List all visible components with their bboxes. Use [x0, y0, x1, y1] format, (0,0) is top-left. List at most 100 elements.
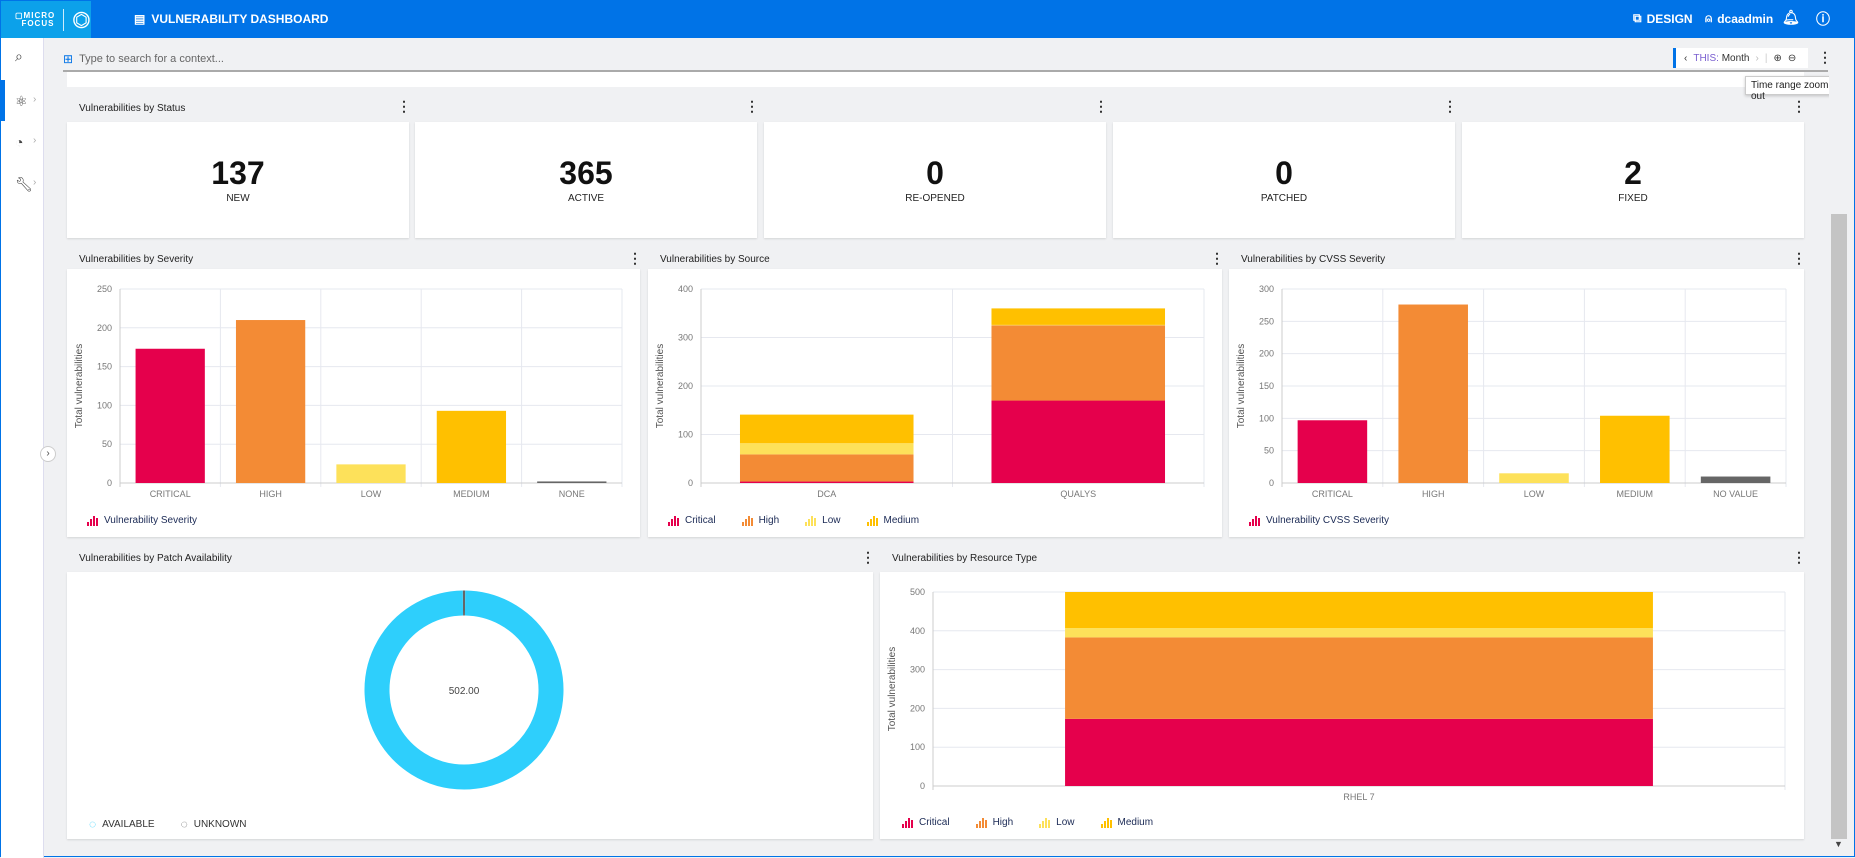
legend-item[interactable]: High: [742, 515, 780, 526]
x-tick-label: HIGH: [1422, 489, 1445, 499]
chevron-right-icon[interactable]: ›: [1755, 53, 1758, 64]
panel-menu-icon[interactable]: ⋮: [397, 99, 405, 113]
x-tick-label: MEDIUM: [1617, 489, 1654, 499]
scroll-down-arrow-icon[interactable]: ▼: [1834, 839, 1843, 849]
chart-panel: Total vulnerabilities0100200300400DCAQUA…: [648, 269, 1222, 537]
panel-menu-icon[interactable]: ⋮: [1210, 251, 1218, 265]
legend-item[interactable]: ◌UNKNOWN: [181, 817, 247, 831]
design-button[interactable]: ⧉DESIGN: [1633, 11, 1693, 26]
bar-low[interactable]: [336, 464, 405, 483]
bar-medium[interactable]: [1600, 416, 1670, 483]
bar-segment-medium[interactable]: [1065, 592, 1653, 628]
panel-menu-icon[interactable]: ⋮: [1792, 550, 1800, 564]
x-tick-label: NO VALUE: [1713, 489, 1758, 499]
x-tick-label: MEDIUM: [453, 489, 490, 499]
status-card[interactable]: 365ACTIVE: [415, 122, 757, 238]
help-icon[interactable]: ⓘ: [1816, 9, 1830, 29]
chart-legend: Vulnerability Severity: [87, 515, 197, 526]
y-axis-label: Total vulnerabilities: [74, 344, 85, 429]
context-search[interactable]: ⊞ Type to search for a context...: [63, 48, 1663, 70]
bell-icon[interactable]: 🔔︎: [1782, 9, 1800, 26]
status-card[interactable]: 0RE-OPENED: [764, 122, 1106, 238]
grid-icon: ⊞: [63, 52, 73, 66]
user-menu[interactable]: ⍝dcaadmin: [1705, 11, 1773, 26]
bar-segment-critical[interactable]: [991, 401, 1165, 483]
status-label: ACTIVE: [415, 193, 757, 204]
zoom-in-icon[interactable]: ⊕: [1773, 53, 1781, 64]
legend-label: High: [759, 515, 780, 526]
sidebar-item-network[interactable]: ⚛›: [15, 93, 39, 113]
legend-item[interactable]: Low: [1039, 817, 1074, 828]
panel-menu-icon[interactable]: ⋮: [861, 550, 869, 564]
legend-item[interactable]: Vulnerability CVSS Severity: [1249, 515, 1389, 526]
legend-item[interactable]: Critical: [668, 515, 716, 526]
x-tick-label: HIGH: [259, 489, 282, 499]
panel-menu-icon[interactable]: ⋮: [1792, 251, 1800, 265]
chart-legend: ◌AVAILABLE ◌UNKNOWN: [89, 817, 247, 831]
y-axis-label: Total vulnerabilities: [655, 344, 666, 429]
legend-item[interactable]: High: [976, 817, 1014, 828]
chart-svg: Total vulnerabilities050100150200250CRIT…: [67, 269, 640, 537]
zoom-out-icon[interactable]: ⊖: [1788, 53, 1796, 64]
bar-segment-critical[interactable]: [1065, 719, 1653, 786]
bar-segment-high[interactable]: [740, 454, 914, 481]
chart-title: Vulnerabilities by Resource Type: [892, 553, 1037, 564]
legend-label: UNKNOWN: [194, 819, 247, 830]
logo-text: ▢MICRO FOCUS: [15, 12, 55, 28]
legend-item[interactable]: Medium: [867, 515, 920, 526]
bar-none[interactable]: [537, 481, 606, 483]
bar-critical[interactable]: [1298, 420, 1368, 483]
bar-segment-low[interactable]: [1065, 628, 1653, 637]
bar-segment-medium[interactable]: [740, 415, 914, 444]
panel-menu-icon[interactable]: ⋮: [1792, 99, 1800, 113]
legend-label: Low: [822, 515, 840, 526]
bar-segment-high[interactable]: [1065, 637, 1653, 718]
legend-item[interactable]: Medium: [1101, 817, 1154, 828]
panel-menu-icon[interactable]: ⋮: [745, 99, 753, 113]
y-tick-label: 100: [678, 430, 693, 440]
panel-menu-icon[interactable]: ⋮: [628, 251, 636, 265]
bar-chart-legend-icon: [668, 516, 679, 526]
gauge-icon: ◔: [15, 134, 23, 150]
bar-critical[interactable]: [136, 349, 205, 483]
status-card[interactable]: 2FIXED: [1462, 122, 1804, 238]
sidebar-item-tools[interactable]: 🔧︎›: [15, 176, 39, 196]
bar-segment-low[interactable]: [740, 443, 914, 454]
chart-legend: Vulnerability CVSS Severity: [1249, 515, 1389, 526]
y-axis-label: Total vulnerabilities: [1236, 344, 1247, 429]
scrollbar-thumb[interactable]: [1831, 214, 1847, 839]
bar-segment-medium[interactable]: [991, 308, 1165, 324]
panel-menu-icon[interactable]: ⋮: [1443, 99, 1451, 113]
bar-chart-legend-icon: [976, 818, 987, 828]
legend-item[interactable]: Vulnerability Severity: [87, 515, 197, 526]
search-input[interactable]: Type to search for a context...: [79, 53, 224, 65]
chevron-right-icon: ›: [33, 94, 36, 105]
time-range-control[interactable]: ‹ THIS: Month › | ⊕ ⊖: [1673, 48, 1808, 68]
bar-high[interactable]: [1398, 305, 1468, 483]
panel-menu-icon[interactable]: ⋮: [1094, 99, 1102, 113]
expand-sidebar-button[interactable]: ›: [40, 446, 56, 462]
y-tick-label: 50: [1264, 446, 1274, 456]
bar-low[interactable]: [1499, 473, 1569, 483]
chart-panel: Total vulnerabilities050100150200250CRIT…: [67, 269, 640, 537]
sidebar-item-dashboard[interactable]: ◔›: [15, 134, 39, 154]
chevron-left-icon[interactable]: ‹: [1684, 53, 1687, 64]
more-options-icon[interactable]: ⋮: [1818, 50, 1826, 64]
bar-medium[interactable]: [437, 411, 506, 483]
bar-segment-critical[interactable]: [740, 482, 914, 483]
micro-focus-logo[interactable]: ▢MICRO FOCUS: [1, 1, 91, 38]
bar-high[interactable]: [236, 320, 305, 483]
legend-item[interactable]: ◌AVAILABLE: [89, 817, 155, 831]
legend-item[interactable]: Critical: [902, 817, 950, 828]
status-card[interactable]: 0PATCHED: [1113, 122, 1455, 238]
time-range-value[interactable]: Month: [1722, 53, 1750, 64]
status-card[interactable]: 137NEW: [67, 122, 409, 238]
panel-title: Vulnerabilities by Status: [79, 103, 185, 114]
y-tick-label: 300: [678, 333, 693, 343]
bar-segment-high[interactable]: [991, 325, 1165, 400]
y-tick-label: 0: [688, 478, 693, 488]
chevron-right-icon: ›: [33, 177, 36, 188]
legend-item[interactable]: Low: [805, 515, 840, 526]
search-icon[interactable]: ⌕: [15, 48, 39, 68]
bar-no-value[interactable]: [1701, 477, 1771, 483]
